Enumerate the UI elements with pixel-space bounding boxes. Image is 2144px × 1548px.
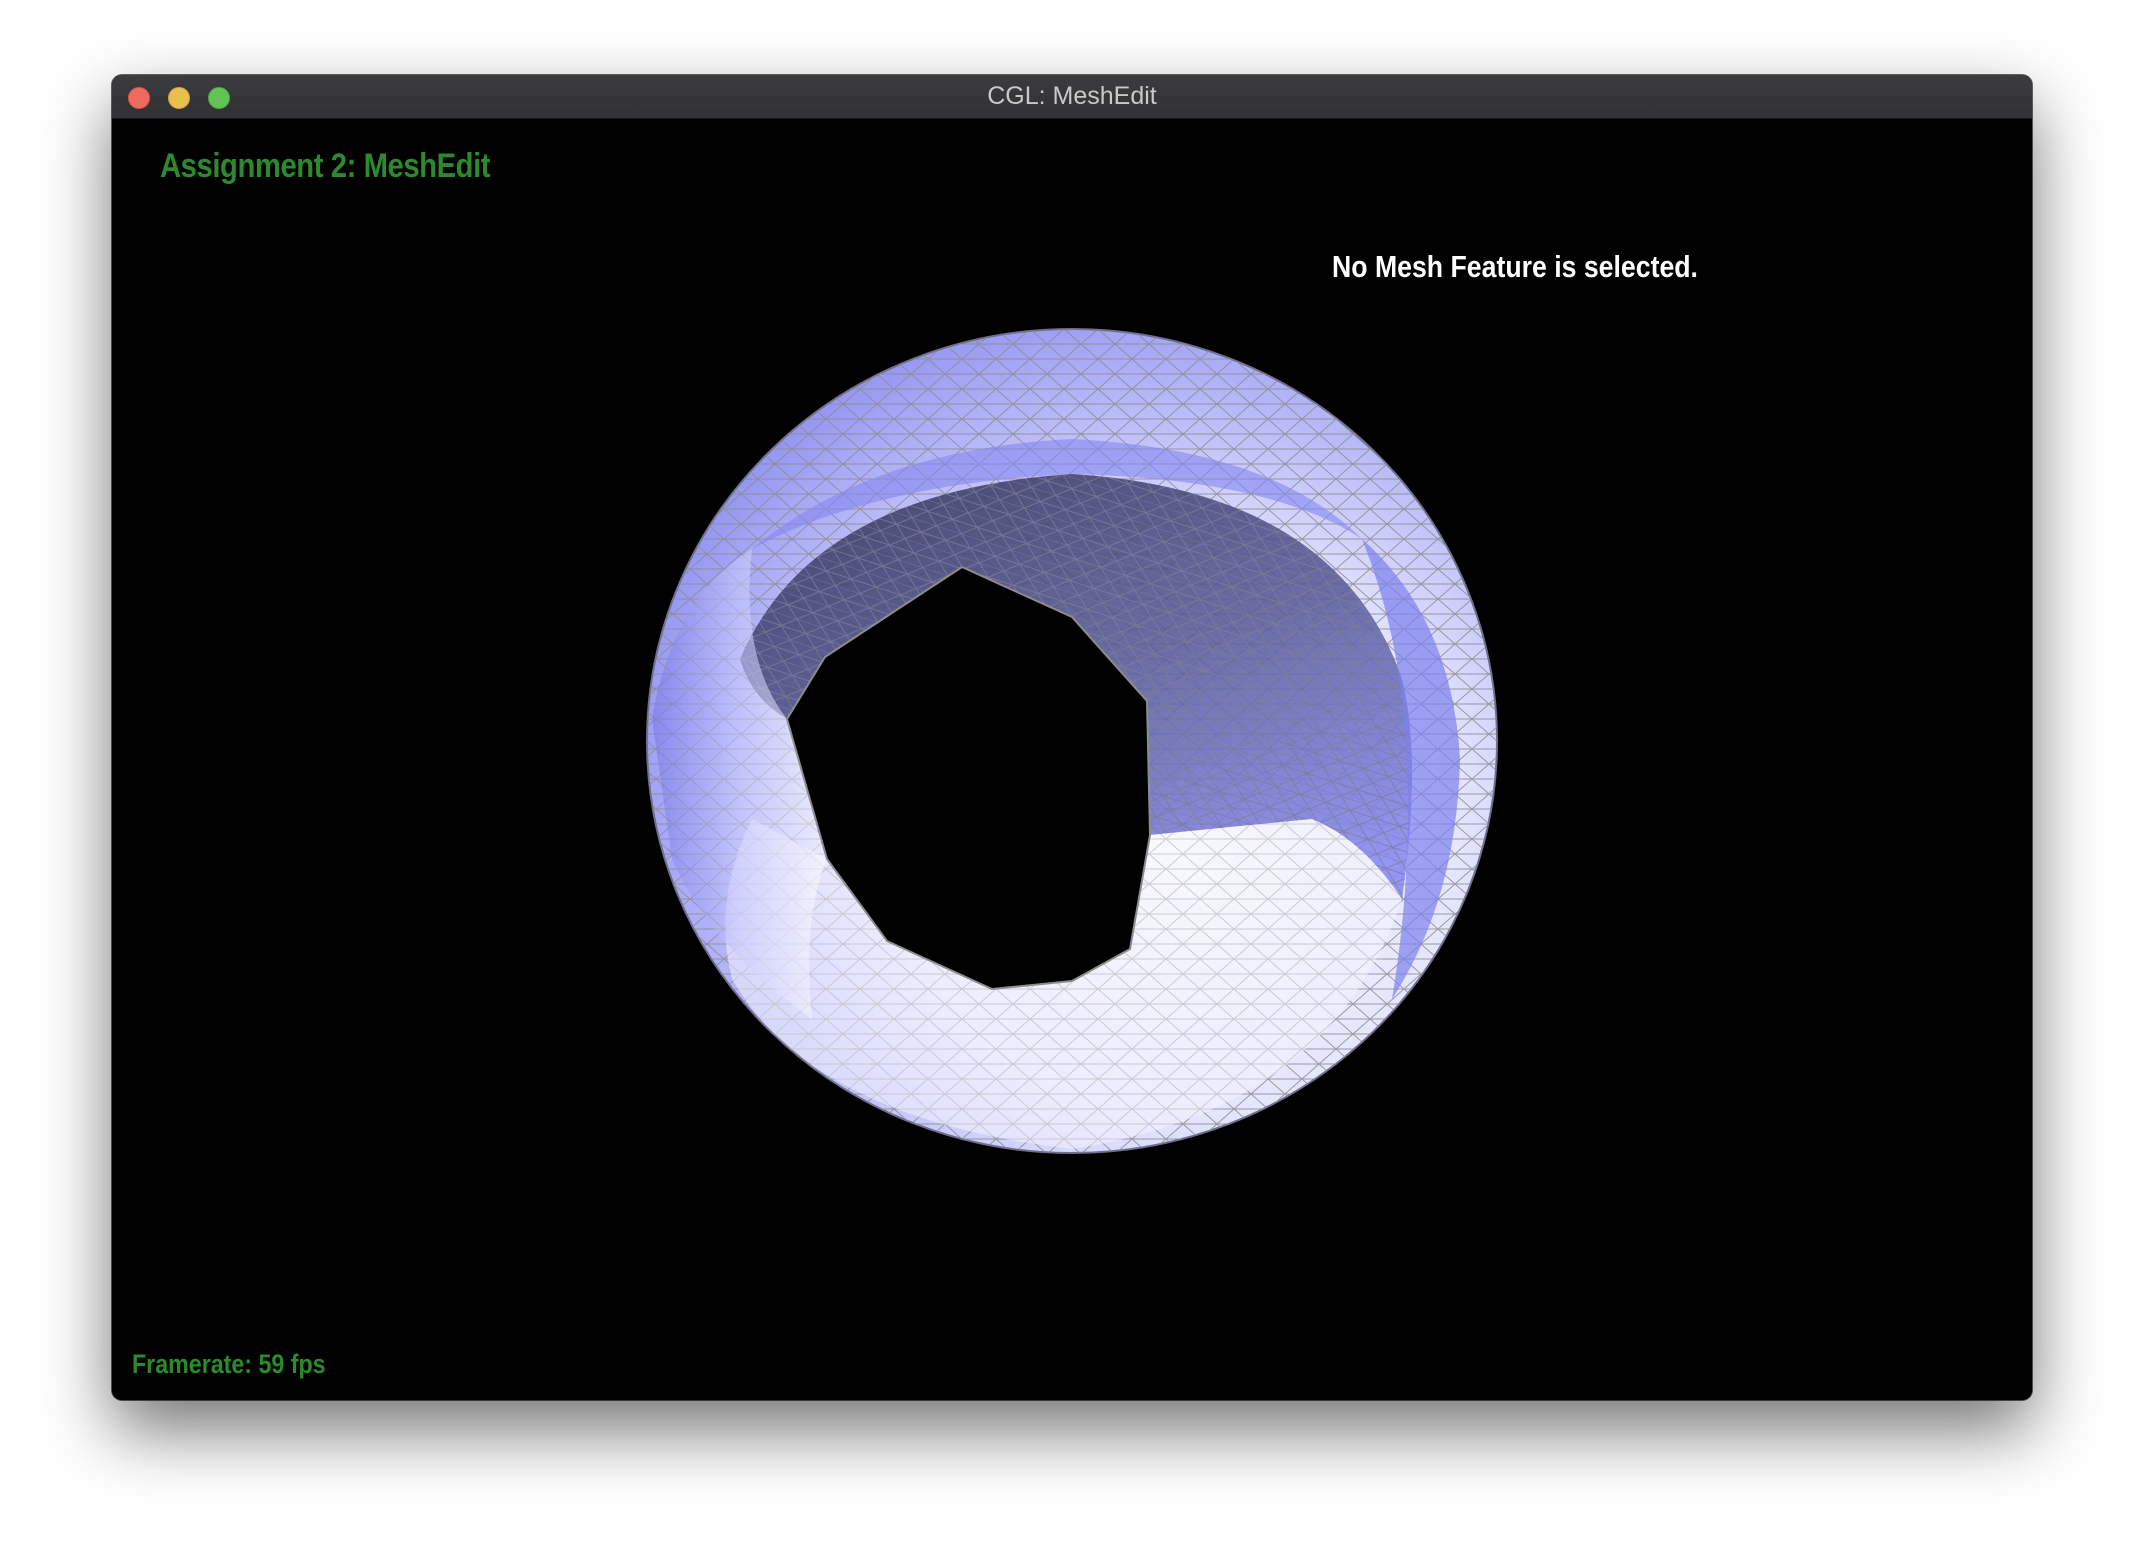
window-title: CGL: MeshEdit	[987, 82, 1157, 110]
app-heading: Assignment 2: MeshEdit	[160, 147, 491, 185]
app-window: CGL: MeshEdit Assignment 2: MeshEdit No …	[112, 75, 2032, 1400]
mesh-render[interactable]	[112, 119, 2032, 1400]
selection-status-text: No Mesh Feature is selected.	[1332, 249, 1698, 284]
mesh-viewport[interactable]: Assignment 2: MeshEdit No Mesh Feature i…	[112, 119, 2032, 1400]
title-bar[interactable]: CGL: MeshEdit	[112, 75, 2032, 119]
torus-body	[646, 328, 1498, 1154]
framerate-readout: Framerate: 59 fps	[132, 1349, 326, 1379]
